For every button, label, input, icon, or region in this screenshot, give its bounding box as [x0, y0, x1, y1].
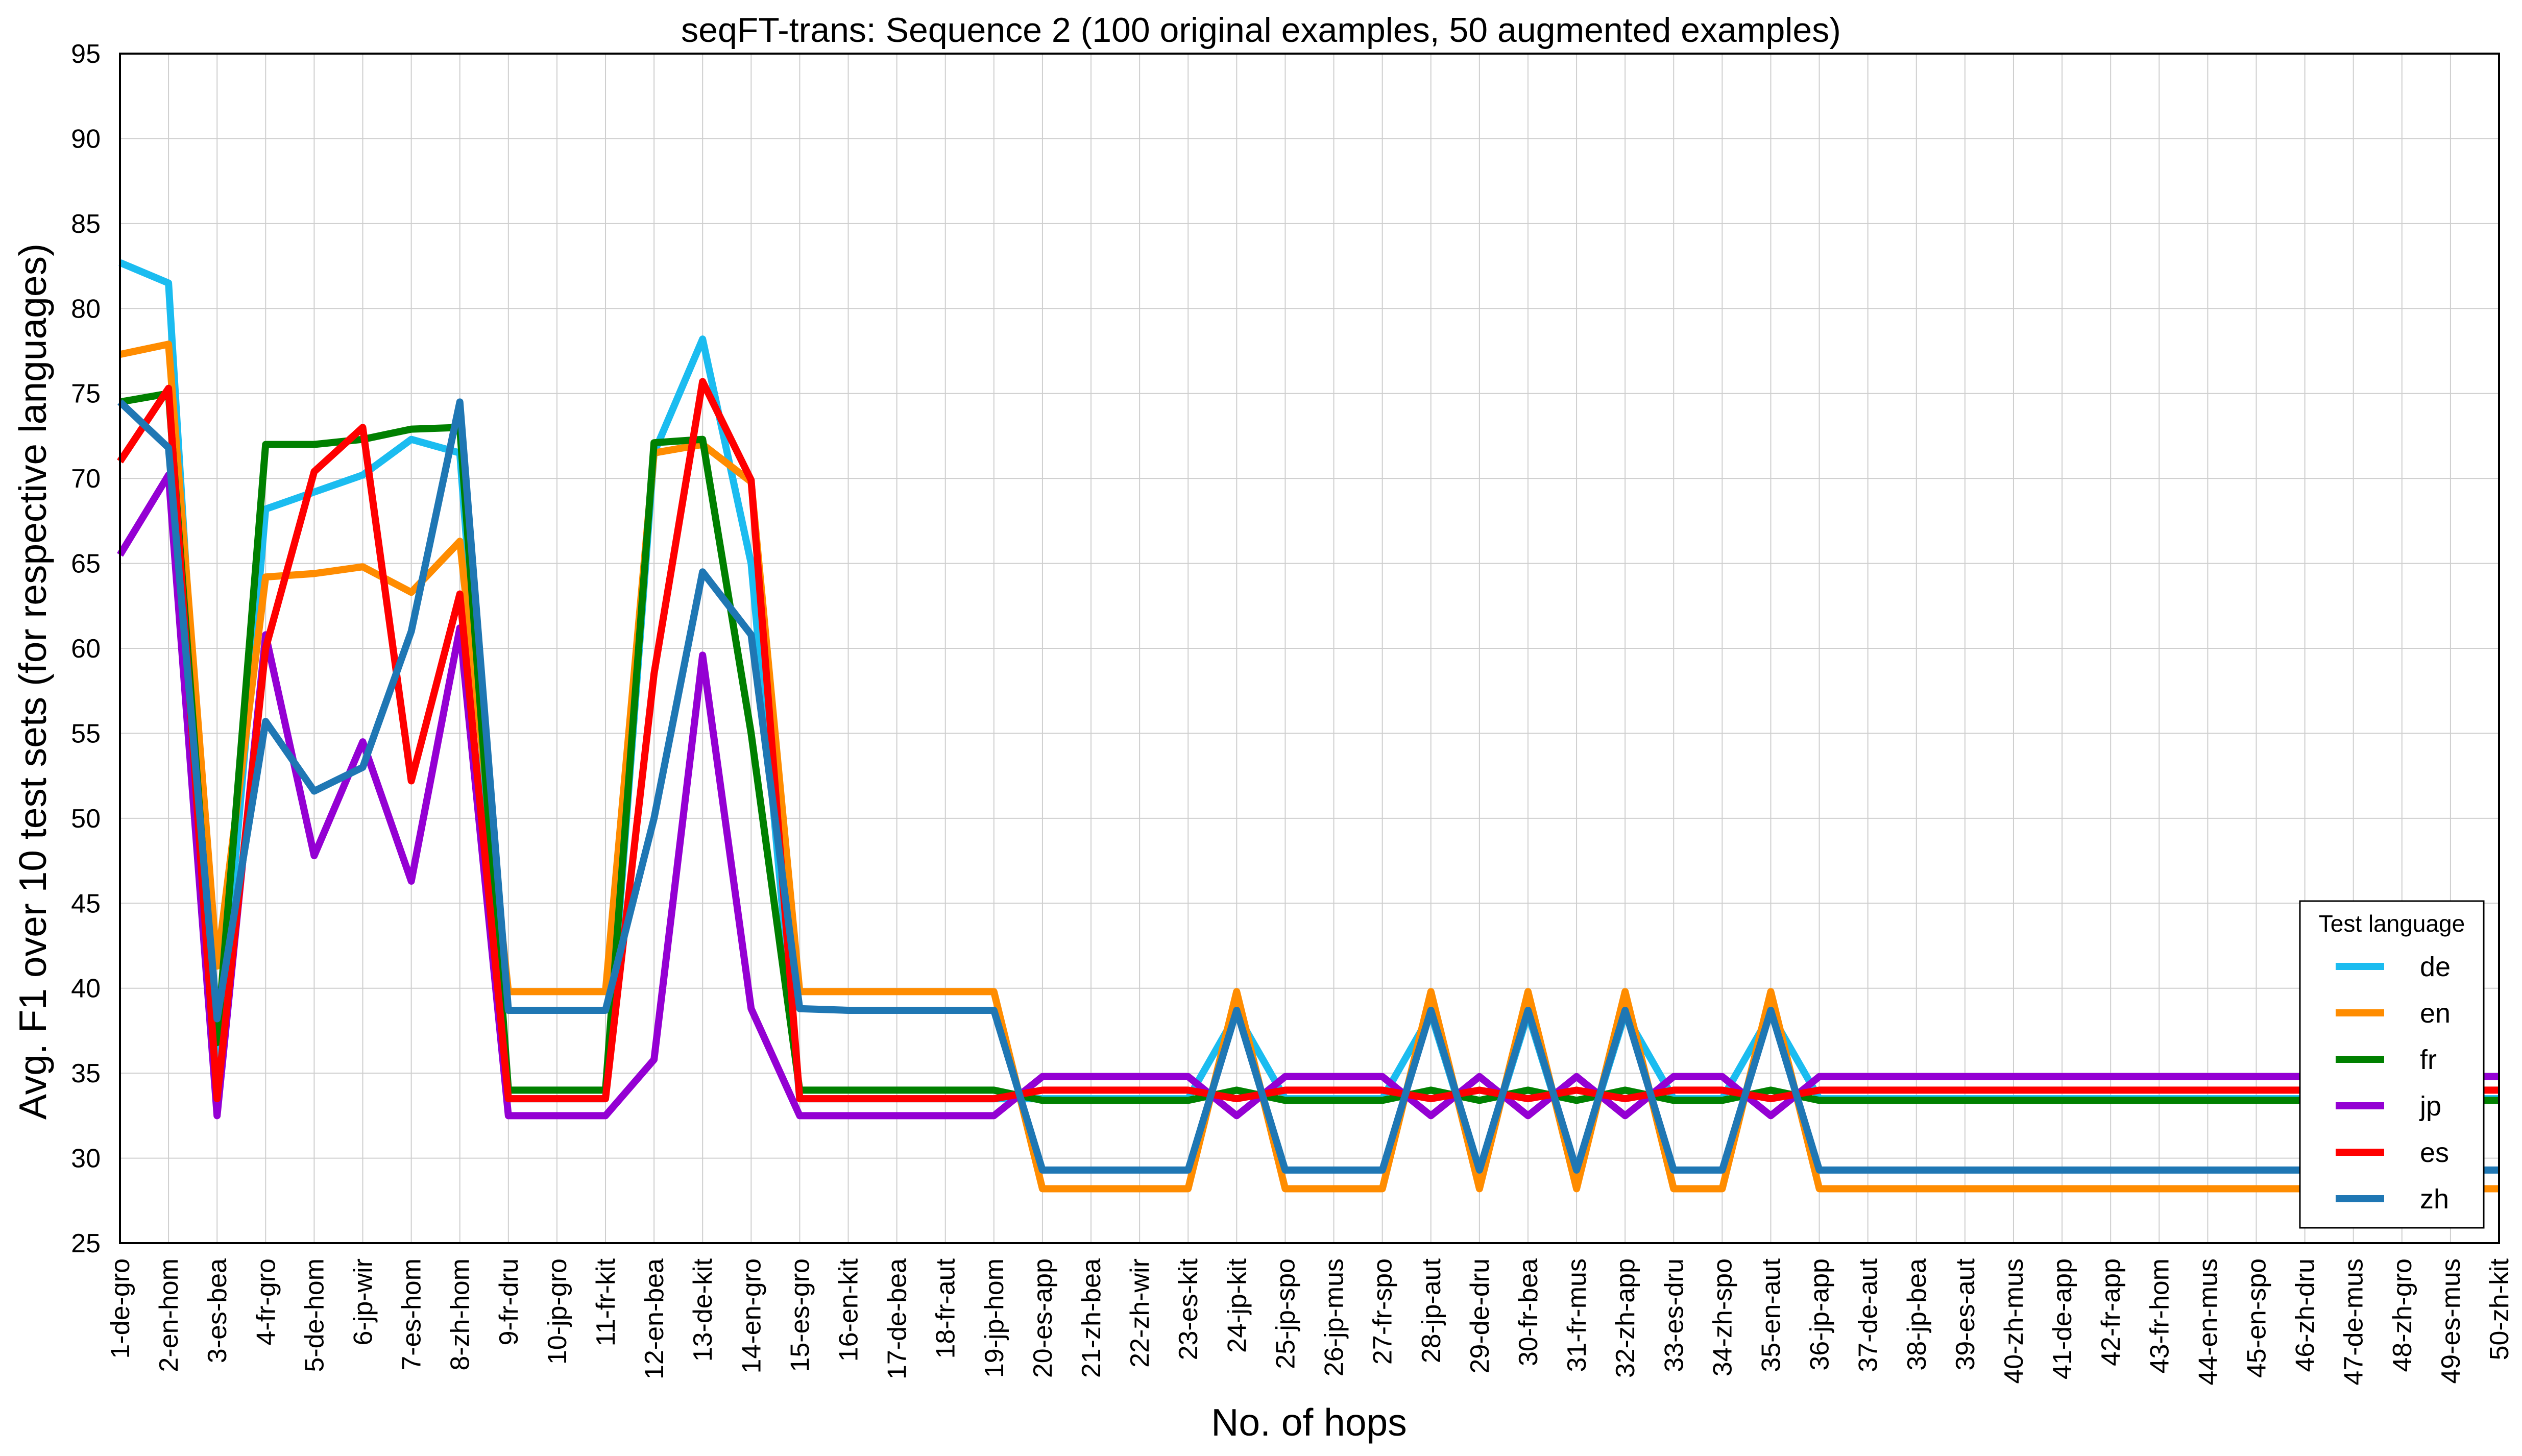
y-tick-label: 40	[71, 974, 101, 1004]
y-tick-label: 85	[71, 209, 101, 239]
legend-label-de: de	[2420, 952, 2451, 982]
x-tick-label: 17-de-bea	[883, 1258, 912, 1379]
y-tick-label: 30	[71, 1144, 101, 1174]
x-tick-label: 37-de-aut	[1854, 1258, 1883, 1372]
line-chart: 253035404550556065707580859095 1-de-gro 2…	[11, 11, 2514, 1444]
x-tick-label: 26-jp-mus	[1320, 1258, 1349, 1376]
x-tick-label: 5-de-hom	[300, 1258, 329, 1372]
x-tick-label: 27-fr-spo	[1368, 1258, 1398, 1365]
chart-title: seqFT-trans: Sequence 2 (100 original ex…	[681, 11, 1841, 50]
x-tick-label: 45-en-spo	[2242, 1258, 2271, 1378]
y-tick-label: 60	[71, 634, 101, 664]
x-tick-label: 40-zh-mus	[1999, 1258, 2029, 1384]
x-tick-label: 30-fr-bea	[1514, 1258, 1543, 1366]
x-tick-label: 47-de-mus	[2339, 1258, 2369, 1386]
x-tick-label: 50-zh-kit	[2485, 1258, 2514, 1360]
y-tick-label: 45	[71, 889, 101, 918]
y-tick-label: 35	[71, 1059, 101, 1088]
x-tick-labels: 1-de-gro 2-en-hom 3-es-bea 4-fr-gro 5-de-hom…	[106, 1258, 2514, 1385]
x-tick-label: 14-en-gro	[737, 1258, 766, 1373]
x-tick-label: 13-de-kit	[688, 1258, 718, 1362]
y-tick-label: 55	[71, 719, 101, 748]
legend-label-jp: jp	[2419, 1091, 2441, 1122]
x-tick-label: 6-jp-wir	[349, 1258, 378, 1345]
x-tick-label: 7-es-hom	[397, 1258, 427, 1371]
x-tick-label: 28-jp-aut	[1417, 1258, 1446, 1363]
x-tick-label: 19-jp-hom	[980, 1258, 1009, 1378]
y-tick-labels: 25 30 35 40 45 50 55 60 65 70 75 80 85 90 95	[71, 39, 101, 1258]
legend-label-zh: zh	[2420, 1184, 2449, 1215]
x-tick-label: 34-zh-spo	[1708, 1258, 1737, 1376]
x-tick-label: 15-es-gro	[785, 1258, 815, 1372]
x-tick-label: 2-en-hom	[154, 1258, 184, 1372]
x-tick-label: 4-fr-gro	[251, 1258, 281, 1345]
x-tick-label: 48-zh-gro	[2388, 1258, 2417, 1372]
y-tick-label: 75	[71, 379, 101, 409]
x-tick-label: 49-es-mus	[2436, 1258, 2466, 1384]
x-tick-label: 3-es-bea	[203, 1258, 232, 1363]
series-line-es	[117, 378, 2499, 1103]
series-lines	[117, 259, 2499, 1193]
x-tick-label: 38-jp-bea	[1902, 1258, 1932, 1371]
x-tick-label: 32-zh-app	[1611, 1258, 1640, 1378]
y-axis-label: Avg. F1 over 10 test sets (for respectiv…	[11, 244, 54, 1120]
x-tick-label: 24-jp-kit	[1222, 1258, 1252, 1352]
x-tick-label: 29-de-dru	[1465, 1258, 1495, 1373]
x-tick-label: 42-fr-app	[2096, 1258, 2126, 1366]
legend: Test language de en fr jp es zh	[2299, 900, 2485, 1229]
legend-box	[2299, 900, 2485, 1229]
y-tick-label: 25	[71, 1229, 101, 1258]
x-tick-label: 25-jp-spo	[1271, 1258, 1300, 1369]
x-tick-label: 21-zh-bea	[1077, 1258, 1106, 1378]
x-tick-label: 8-zh-hom	[446, 1258, 475, 1371]
legend-label-fr: fr	[2420, 1045, 2437, 1075]
x-tick-label: 18-fr-aut	[931, 1258, 961, 1358]
x-tick-label: 44-en-mus	[2193, 1258, 2223, 1386]
x-tick-label: 16-en-kit	[834, 1258, 864, 1362]
legend-title: Test language	[2319, 910, 2465, 937]
x-tick-label: 39-es-aut	[1951, 1258, 1980, 1370]
x-tick-label: 41-de-app	[2048, 1258, 2077, 1379]
x-tick-label: 20-es-app	[1028, 1258, 1058, 1378]
x-tick-label: 23-es-kit	[1174, 1258, 1203, 1360]
y-tick-label: 65	[71, 549, 101, 579]
x-tick-label: 22-zh-wir	[1125, 1258, 1155, 1368]
x-tick-label: 10-jp-gro	[543, 1258, 572, 1365]
x-tick-label: 1-de-gro	[106, 1258, 135, 1359]
y-tick-label: 50	[71, 804, 101, 834]
x-tick-label: 43-fr-hom	[2145, 1258, 2174, 1373]
x-tick-label: 9-fr-dru	[494, 1258, 524, 1345]
x-tick-label: 33-es-dru	[1659, 1258, 1689, 1372]
y-tick-label: 80	[71, 294, 101, 324]
x-tick-label: 31-fr-mus	[1562, 1258, 1592, 1372]
x-axis-label: No. of hops	[1211, 1401, 1407, 1444]
x-tick-label: 12-en-bea	[640, 1258, 669, 1379]
y-tick-label: 90	[71, 124, 101, 154]
x-tick-label: 11-fr-kit	[591, 1258, 621, 1346]
y-tick-label: 70	[71, 464, 101, 494]
x-tick-label: 46-zh-dru	[2291, 1258, 2320, 1372]
legend-label-es: es	[2420, 1137, 2449, 1168]
legend-label-en: en	[2420, 998, 2451, 1029]
y-tick-label: 95	[71, 39, 101, 69]
x-tick-label: 36-jp-app	[1805, 1258, 1835, 1371]
x-tick-label: 35-en-aut	[1756, 1258, 1786, 1372]
